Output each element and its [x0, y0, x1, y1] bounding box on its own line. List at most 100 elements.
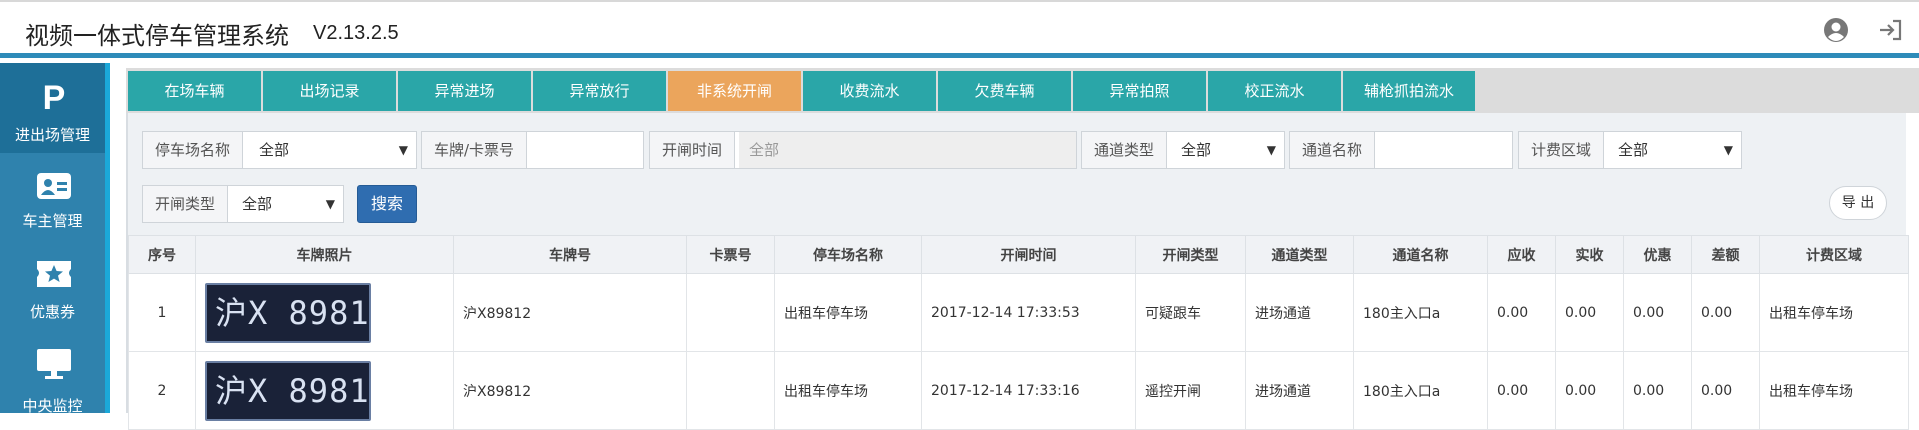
column-header[interactable]: 优惠	[1623, 235, 1692, 274]
column-header[interactable]: 序号	[128, 235, 196, 274]
cell-plate-photo[interactable]: 沪X 89812	[195, 273, 454, 352]
input-value	[534, 132, 544, 168]
select-value: 全部	[1618, 141, 1649, 159]
column-header[interactable]: 计费区域	[1759, 235, 1909, 274]
column-header[interactable]: 停车场名称	[774, 235, 922, 274]
column-header[interactable]: 开闸时间	[921, 235, 1136, 274]
filter-label: 停车场名称	[143, 132, 244, 168]
sidebar-item-owners[interactable]: 车主管理	[0, 155, 105, 245]
caret-down-icon: ▼	[398, 143, 408, 157]
cell-index: 1	[128, 273, 196, 352]
input-value	[1379, 132, 1389, 168]
column-header[interactable]: 通道类型	[1245, 235, 1354, 274]
column-header[interactable]: 差额	[1691, 235, 1760, 274]
caret-down-icon: ▼	[1723, 143, 1733, 157]
filter-label: 计费区域	[1519, 132, 1605, 168]
column-header[interactable]: 应收	[1487, 235, 1556, 274]
select-value: 全部	[242, 195, 273, 213]
tab-arrears-vehicles[interactable]: 欠费车辆	[938, 71, 1071, 111]
app-title: 视频一体式停车管理系统	[25, 22, 289, 50]
column-header[interactable]: 开闸类型	[1135, 235, 1246, 274]
filter-label: 开闸类型	[143, 186, 229, 222]
tab-aux-camera-records[interactable]: 辅枪抓拍流水	[1343, 71, 1475, 111]
open-time-input[interactable]: 开闸时间 全部	[649, 131, 1077, 169]
cell-plate: 沪X89812	[453, 273, 687, 352]
filter-label: 开闸时间	[650, 132, 736, 168]
tab-abnormal-entry[interactable]: 异常进场	[398, 71, 531, 111]
sidebar-item-coupons[interactable]: 优惠券	[0, 245, 105, 335]
cell-due: 0.00	[1487, 351, 1556, 430]
app-version: V2.13.2.5	[313, 22, 399, 44]
cell-channel-type: 进场通道	[1245, 273, 1354, 352]
filter-label: 通道名称	[1290, 132, 1376, 168]
table-row[interactable]: 2 沪X 89812 沪X89812 出租车停车场 2017-12-14 17:…	[128, 351, 1909, 430]
open-type-select[interactable]: 开闸类型 全部 ▼	[142, 185, 344, 223]
filter-label: 车牌/卡票号	[422, 132, 528, 168]
cell-lot: 出租车停车场	[774, 351, 922, 430]
caret-down-icon: ▼	[325, 197, 335, 211]
column-header[interactable]: 卡票号	[686, 235, 775, 274]
tab-fee-records[interactable]: 收费流水	[803, 71, 936, 111]
tab-abnormal-release[interactable]: 异常放行	[533, 71, 666, 111]
cell-area: 出租车停车场	[1759, 273, 1909, 352]
star-ticket-icon	[37, 261, 71, 287]
column-header[interactable]: 车牌照片	[195, 235, 454, 274]
cell-ticket	[686, 351, 775, 430]
search-button[interactable]: 搜索	[357, 185, 417, 223]
cell-diff: 0.00	[1691, 351, 1760, 430]
monitor-icon	[37, 349, 71, 379]
cell-open-type: 遥控开闸	[1135, 351, 1246, 430]
table-header-row: 序号 车牌照片 车牌号 卡票号 停车场名称 开闸时间 开闸类型 通道类型 通道名…	[128, 235, 1909, 274]
cell-open-type: 可疑跟车	[1135, 273, 1246, 352]
table-row[interactable]: 1 沪X 89812 沪X89812 出租车停车场 2017-12-14 17:…	[128, 273, 1909, 352]
cell-ticket	[686, 273, 775, 352]
sidebar: P 进出场管理 车主管理 优惠券 中央监控	[0, 63, 110, 415]
sidebar-item-label: 优惠券	[29, 303, 75, 321]
select-value: 全部	[1181, 141, 1212, 159]
cell-diff: 0.00	[1691, 273, 1760, 352]
column-header[interactable]: 通道名称	[1353, 235, 1488, 274]
cell-time: 2017-12-14 17:33:53	[921, 273, 1136, 352]
cell-index: 2	[128, 351, 196, 430]
sidebar-item-entry-exit[interactable]: P 进出场管理	[0, 63, 105, 153]
filter-label: 通道类型	[1082, 132, 1168, 168]
tab-abnormal-photo[interactable]: 异常拍照	[1073, 71, 1206, 111]
vip-card-icon	[37, 173, 71, 199]
user-circle-icon[interactable]	[1822, 16, 1850, 44]
billing-area-select[interactable]: 计费区域 全部 ▼	[1518, 131, 1742, 169]
cell-plate-photo[interactable]: 沪X 89812	[195, 351, 454, 430]
cell-discount: 0.00	[1623, 351, 1692, 430]
sidebar-item-label: 进出场管理	[14, 126, 90, 144]
channel-name-input[interactable]: 通道名称	[1289, 131, 1513, 169]
channel-type-select[interactable]: 通道类型 全部 ▼	[1081, 131, 1285, 169]
cell-paid: 0.00	[1555, 351, 1624, 430]
export-button[interactable]: 导 出	[1829, 186, 1887, 220]
input-placeholder: 全部	[739, 132, 1076, 168]
cell-due: 0.00	[1487, 273, 1556, 352]
plate-photo: 沪X 89812	[205, 282, 371, 343]
parking-p-icon: P	[43, 79, 66, 113]
column-header[interactable]: 车牌号	[453, 235, 687, 274]
cell-paid: 0.00	[1555, 273, 1624, 352]
top-header: 视频一体式停车管理系统 V2.13.2.5	[0, 0, 1919, 58]
svg-text:P: P	[43, 79, 66, 113]
cell-discount: 0.00	[1623, 273, 1692, 352]
records-table: 序号 车牌照片 车牌号 卡票号 停车场名称 开闸时间 开闸类型 通道类型 通道名…	[128, 235, 1909, 430]
cell-channel-type: 进场通道	[1245, 351, 1354, 430]
tab-in-lot-vehicles[interactable]: 在场车辆	[128, 71, 261, 111]
plate-photo: 沪X 89812	[205, 360, 371, 421]
lot-name-select[interactable]: 停车场名称 全部 ▼	[142, 131, 417, 169]
cell-plate: 沪X89812	[453, 351, 687, 430]
tab-exit-records[interactable]: 出场记录	[263, 71, 396, 111]
sidebar-item-monitor[interactable]: 中央监控	[0, 335, 105, 425]
cell-lot: 出租车停车场	[774, 273, 922, 352]
cell-area: 出租车停车场	[1759, 351, 1909, 430]
sidebar-item-label: 车主管理	[22, 212, 83, 230]
logout-icon[interactable]	[1876, 16, 1904, 44]
tab-non-system-open[interactable]: 非系统开闸	[668, 71, 801, 111]
column-header[interactable]: 实收	[1555, 235, 1624, 274]
cell-time: 2017-12-14 17:33:16	[921, 351, 1136, 430]
plate-input[interactable]: 车牌/卡票号	[421, 131, 644, 169]
cell-channel-name: 180主入口a	[1353, 351, 1488, 430]
tab-correction-records[interactable]: 校正流水	[1208, 71, 1341, 111]
